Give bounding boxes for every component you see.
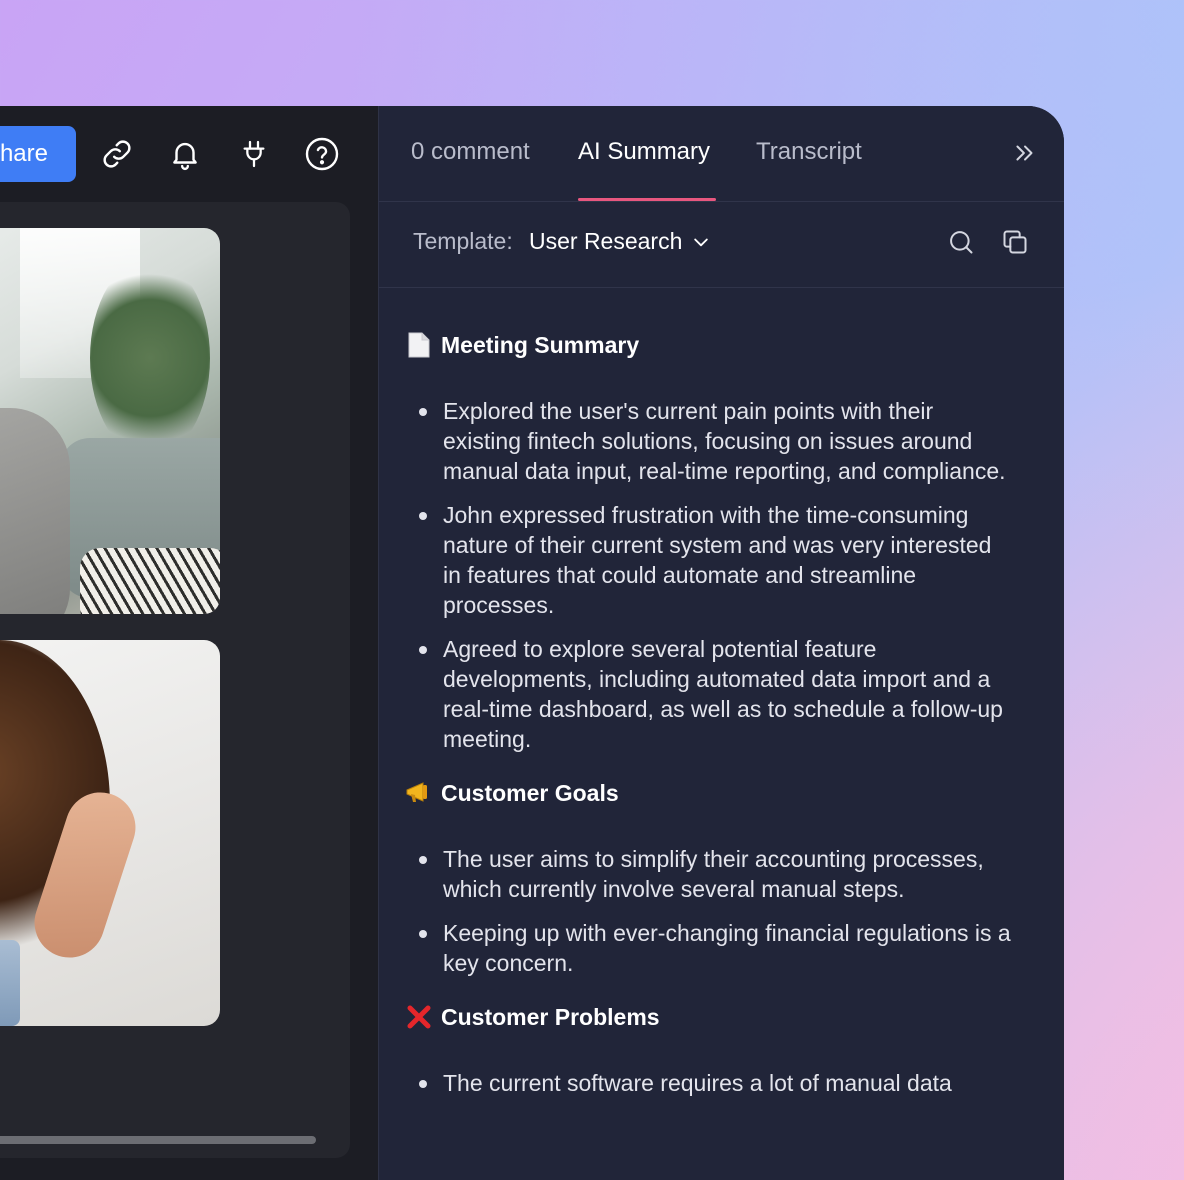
active-tab-indicator <box>578 198 716 201</box>
section-heading: Customer Goals <box>405 776 1015 810</box>
share-button[interactable]: hare <box>0 126 76 182</box>
list-item: Keeping up with ever-changing financial … <box>405 918 1015 978</box>
link-icon[interactable] <box>98 134 136 174</box>
help-icon[interactable] <box>303 134 341 174</box>
list-item: The user aims to simplify their accounti… <box>405 844 1015 904</box>
list-item: Explored the user's current pain points … <box>405 396 1015 486</box>
horizontal-scrollbar[interactable] <box>0 1136 316 1144</box>
section-customer-problems: Customer Problems The current software r… <box>405 1000 1015 1098</box>
panel-tabs: 0 comment AI Summary Transcript <box>379 106 1064 202</box>
section-title: Customer Problems <box>441 1003 660 1030</box>
bullet-list: The current software requires a lot of m… <box>405 1068 1015 1098</box>
bullet-list: Explored the user's current pain points … <box>405 396 1015 754</box>
side-panel: 0 comment AI Summary Transcript Template… <box>378 106 1064 1180</box>
page-icon <box>405 331 433 359</box>
tab-ai-summary[interactable]: AI Summary <box>578 138 710 166</box>
bell-icon[interactable] <box>166 134 204 174</box>
plant <box>90 258 210 458</box>
template-selector-row: Template: User Research <box>379 202 1064 288</box>
bullet-list: The user aims to simplify their accounti… <box>405 844 1015 978</box>
section-heading: Customer Problems <box>405 1000 1015 1034</box>
template-dropdown[interactable]: User Research <box>529 228 682 255</box>
tab-transcript[interactable]: Transcript <box>756 138 862 166</box>
section-customer-goals: Customer Goals The user aims to simplify… <box>405 776 1015 978</box>
section-title: Meeting Summary <box>441 331 640 358</box>
participant-video-tile[interactable] <box>0 228 220 614</box>
section-meeting-summary: Meeting Summary Explored the user's curr… <box>405 328 1015 754</box>
plug-icon[interactable] <box>235 134 273 174</box>
app-window: hare 0 comment AI Summary Transcript Tem… <box>0 106 1064 1180</box>
video-grid <box>0 202 350 1158</box>
list-item: Agreed to explore several potential feat… <box>405 634 1015 754</box>
chevron-down-icon[interactable] <box>691 232 711 252</box>
cross-mark-icon <box>405 1003 433 1031</box>
copy-icon[interactable] <box>1001 228 1031 258</box>
section-heading: Meeting Summary <box>405 328 1015 362</box>
megaphone-icon <box>405 779 433 807</box>
person-shirt <box>0 408 70 614</box>
template-label: Template: <box>413 228 513 254</box>
list-item: The current software requires a lot of m… <box>405 1068 1015 1098</box>
tab-comments[interactable]: 0 comment <box>411 138 530 166</box>
person-denim <box>0 940 20 1026</box>
cushion <box>80 548 220 614</box>
participant-video-tile[interactable] <box>0 640 220 1026</box>
section-title: Customer Goals <box>441 779 619 806</box>
search-icon[interactable] <box>947 228 977 258</box>
summary-content: Meeting Summary Explored the user's curr… <box>405 328 1015 1112</box>
list-item: John expressed frustration with the time… <box>405 500 1015 620</box>
meeting-area: hare <box>0 106 378 1180</box>
collapse-panel-icon[interactable] <box>1012 140 1038 166</box>
